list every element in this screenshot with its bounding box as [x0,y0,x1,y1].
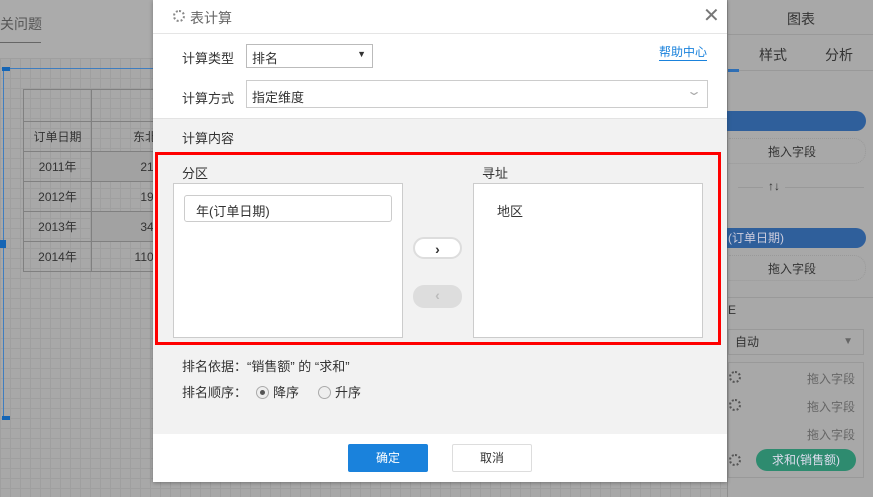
crosstab-table: 订单日期 东北 2011年 21, 2012年 19, 2013年 34, 2014年 1… [23,89,162,272]
table-row [23,89,162,122]
table-cell: 2012年 [23,181,92,212]
resize-handle[interactable] [2,67,10,71]
move-left-button[interactable]: ‹ [413,285,462,308]
calc-method-label: 计算方式 [182,91,235,106]
table-row: 订单日期 东北 [23,121,162,152]
addressing-item[interactable]: 地区 [497,201,523,220]
drop-field-zone[interactable]: 拖入字段 [718,138,866,164]
table-row: 2011年 21, [23,151,162,182]
gear-icon [173,10,185,22]
ok-button[interactable]: 确定 [348,444,428,472]
addressing-label: 寻址 [482,166,509,181]
table-cell: 110, [91,241,162,272]
calc-type-select[interactable]: 排名 ▼ [246,44,373,68]
tab-style[interactable]: 样式 [759,45,787,65]
table-cell: 34, [91,211,162,242]
move-right-button[interactable]: › [413,237,462,259]
radio-icon[interactable] [318,386,331,399]
table-cell: 21, [91,151,162,182]
divider [728,70,873,71]
tab-related-issues[interactable]: 关问题 [0,14,42,34]
resize-handle[interactable] [0,240,6,248]
table-cell: 2011年 [23,151,92,182]
panel-title: 图表 [787,11,815,27]
table-row: 2013年 34, [23,211,162,242]
divider [728,297,873,298]
table-header-cell: 东北 [91,121,162,152]
rank-order-label: 排名顺序： [182,385,248,400]
select-value: 自动 [735,335,760,349]
calc-type-label: 计算类型 [182,51,235,66]
chevron-down-icon: ⌄ [685,84,703,98]
calc-content-section: 计算内容 分区 年(订单日期) 寻址 地区 › ‹ 排名依据：“销售额” 的 “… [153,118,727,434]
divider [728,34,873,35]
table-row: 2012年 19, [23,181,162,212]
gear-icon[interactable] [729,454,741,466]
dialog-title: 表计算 [190,10,232,26]
radio-icon[interactable] [256,386,269,399]
swap-icon[interactable]: ↑↓ [763,179,785,193]
addressing-list[interactable]: 地区 [473,183,703,338]
gear-icon[interactable] [729,399,741,411]
help-center-link[interactable]: 帮助中心 [659,43,708,61]
divider [738,187,864,188]
radio-descending[interactable]: 降序 [256,382,299,401]
rank-basis-text: 排名依据：“销售额” 的 “求和” [182,359,350,374]
drop-field-zone[interactable]: 拖入字段 [807,398,855,415]
resize-handle[interactable] [2,416,10,420]
calc-content-label: 计算内容 [182,131,235,146]
radio-label: 降序 [273,385,300,400]
drop-field-zone[interactable]: 拖入字段 [807,370,855,387]
select-value: 指定维度 [252,90,305,105]
field-pill[interactable] [718,111,866,131]
select-value: 排名 [252,51,279,66]
table-row: 2014年 110, [23,241,162,272]
drop-field-zone[interactable]: 拖入字段 [718,255,866,281]
dropdown-arrow-icon: ▼ [357,49,366,59]
table-cell: 2014年 [23,241,92,272]
close-icon[interactable]: ✕ [703,3,720,28]
tab-underline [0,42,41,43]
tab-indicator [728,69,739,72]
partition-list[interactable]: 年(订单日期) [173,183,403,338]
radio-label: 升序 [335,385,362,400]
partition-label: 分区 [182,166,209,181]
marks-card: 拖入字段 拖入字段 拖入字段 求和(销售额) [728,362,864,478]
gear-icon[interactable] [729,371,741,383]
field-pill-order-date[interactable]: (订单日期) [718,228,866,248]
measure-pill-sum-sales[interactable]: 求和(销售额) [756,449,856,471]
table-header-cell: 订单日期 [23,121,92,152]
table-cell: 19, [91,181,162,212]
mark-type-select[interactable]: 自动 ▼ [728,329,864,355]
calc-method-select[interactable]: 指定维度 ⌄ [246,80,708,108]
radio-ascending[interactable]: 升序 [318,382,361,401]
chevron-down-icon: ▼ [843,336,853,347]
cancel-button[interactable]: 取消 [452,444,532,472]
partition-item[interactable]: 年(订单日期) [184,195,392,222]
divider [153,33,727,34]
table-cell: 2013年 [23,211,92,242]
section-label: E [728,303,737,317]
right-panel: 图表 样式 分析 拖入字段 ↑↓ (订单日期) 拖入字段 E 自动 ▼ 拖入字段… [718,0,873,497]
table-calculation-dialog: 表计算 ✕ 计算类型 排名 ▼ 帮助中心 计算方式 指定维度 ⌄ 计算内容 分区… [153,0,727,482]
tab-analysis[interactable]: 分析 [825,45,853,65]
drop-field-zone[interactable]: 拖入字段 [807,426,855,443]
